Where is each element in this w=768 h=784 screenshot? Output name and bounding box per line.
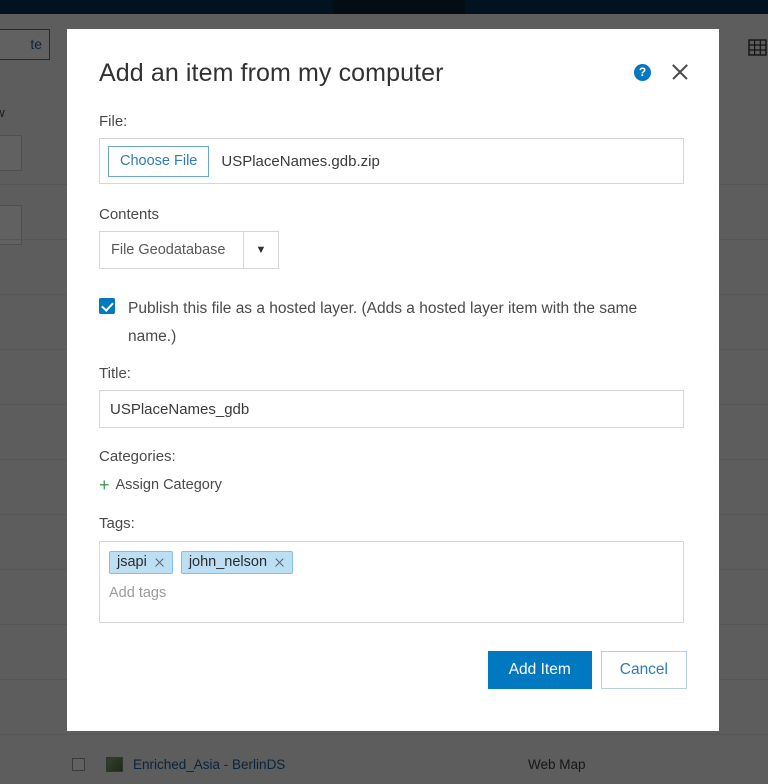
title-label: Title:: [99, 365, 131, 382]
categories-label: Categories:: [99, 448, 176, 465]
cancel-button[interactable]: Cancel: [600, 651, 687, 689]
title-input[interactable]: [99, 390, 684, 428]
tag-chip-label: jsapi: [117, 554, 147, 570]
tags-label: Tags:: [99, 515, 135, 532]
dialog-footer: Add Item Cancel: [487, 651, 687, 689]
publish-checkbox-label: Publish this file as a hosted layer. (Ad…: [128, 300, 638, 345]
add-item-button[interactable]: Add Item: [487, 651, 592, 689]
assign-category-label: Assign Category: [115, 477, 222, 493]
publish-checkbox-row[interactable]: Publish this file as a hosted layer. (Ad…: [99, 295, 689, 351]
add-item-dialog: Add an item from my computer ? File: Cho…: [67, 29, 719, 731]
file-label: File:: [99, 113, 128, 130]
plus-icon: +: [99, 475, 110, 495]
dialog-title-actions: ?: [634, 61, 691, 83]
remove-tag-icon[interactable]: [154, 557, 165, 568]
choose-file-button[interactable]: Choose File: [108, 145, 210, 177]
file-input-row[interactable]: Choose File USPlaceNames.gdb.zip: [99, 138, 684, 184]
tags-input-box[interactable]: jsapi john_nelson Add tags: [99, 541, 684, 623]
publish-checkbox[interactable]: [99, 298, 115, 314]
tag-chip-label: john_nelson: [188, 554, 268, 570]
chevron-down-icon: ▼: [243, 232, 278, 268]
tag-chip[interactable]: jsapi: [109, 551, 173, 574]
add-tags-input[interactable]: Add tags: [109, 585, 674, 601]
close-icon[interactable]: [669, 61, 691, 83]
assign-category-button[interactable]: + Assign Category: [99, 475, 687, 495]
tag-chip-list: jsapi john_nelson: [109, 551, 674, 574]
help-circle-icon[interactable]: ?: [634, 63, 651, 81]
remove-tag-icon[interactable]: [274, 557, 285, 568]
dialog-title: Add an item from my computer: [99, 59, 444, 87]
tag-chip[interactable]: john_nelson: [180, 551, 294, 574]
selected-file-name: USPlaceNames.gdb.zip: [221, 152, 380, 170]
contents-select-value: File Geodatabase: [111, 242, 226, 258]
contents-select[interactable]: File Geodatabase ▼: [99, 231, 279, 269]
screen: te ew Enriched_Asia - BerlinDS: [0, 0, 768, 784]
contents-label: Contents: [99, 206, 160, 223]
